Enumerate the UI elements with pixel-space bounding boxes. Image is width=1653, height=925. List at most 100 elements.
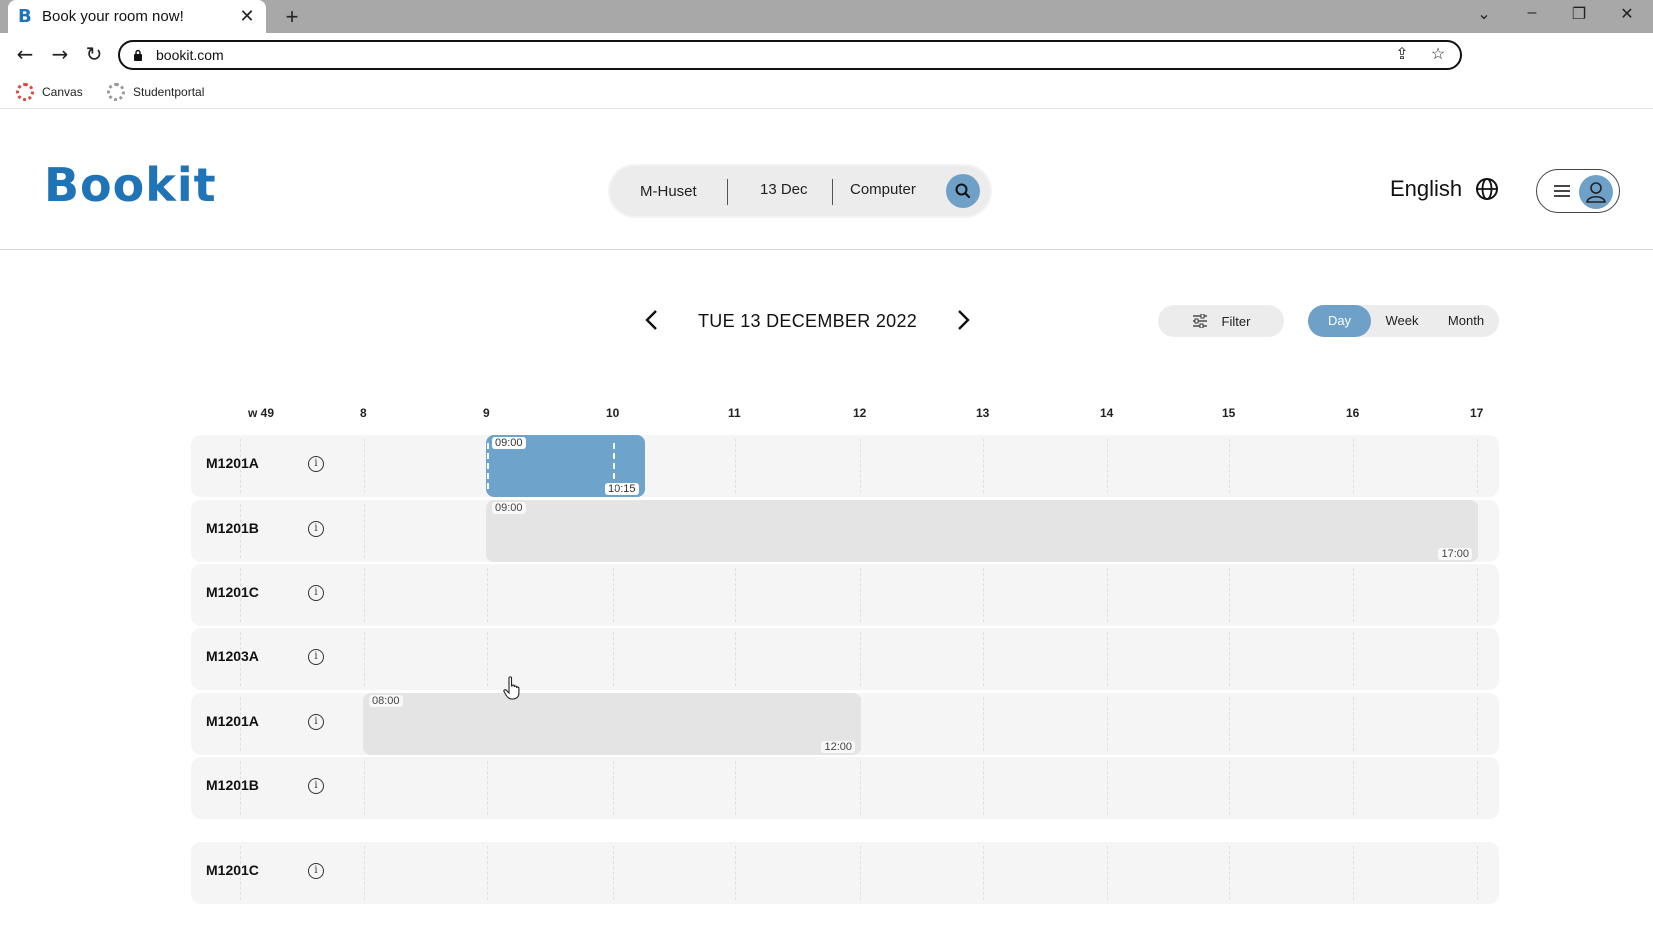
booking-start-time: 08:00 bbox=[369, 695, 403, 707]
room-row[interactable]: M1203A i bbox=[191, 628, 1499, 690]
view-week-button[interactable]: Week bbox=[1371, 305, 1433, 337]
room-row[interactable]: M1201B i bbox=[191, 757, 1499, 819]
bookit-favicon-icon: B bbox=[18, 5, 32, 27]
room-row[interactable]: M1201C i bbox=[191, 564, 1499, 626]
back-arrow-icon[interactable]: ← bbox=[13, 42, 37, 66]
location-field[interactable]: M-Huset bbox=[640, 183, 697, 200]
room-row[interactable]: M1201A i 09:00 10:15 bbox=[191, 435, 1499, 497]
avatar bbox=[1579, 175, 1613, 209]
hour-label-10: 10 bbox=[606, 406, 620, 420]
user-menu-button[interactable] bbox=[1536, 169, 1620, 213]
bookit-logo[interactable]: Bookit bbox=[44, 158, 217, 212]
share-icon[interactable]: ⇪ bbox=[1392, 45, 1412, 65]
next-day-chevron-icon[interactable] bbox=[953, 308, 973, 332]
info-icon[interactable]: i bbox=[308, 521, 324, 537]
room-name[interactable]: M1201B bbox=[206, 520, 259, 536]
close-window-button[interactable]: ✕ bbox=[1615, 4, 1639, 24]
view-day-button[interactable]: Day bbox=[1308, 305, 1371, 337]
hour-gridline bbox=[983, 697, 984, 751]
room-name[interactable]: M1201A bbox=[206, 713, 259, 729]
hour-gridline bbox=[1229, 846, 1230, 900]
info-icon[interactable]: i bbox=[308, 649, 324, 665]
booking-end-time: 17:00 bbox=[1438, 548, 1472, 560]
hour-gridline bbox=[1107, 439, 1108, 493]
booking-block[interactable]: 08:00 12:00 bbox=[363, 693, 861, 755]
selection-handle[interactable] bbox=[613, 443, 615, 489]
hand-cursor-icon bbox=[503, 676, 520, 700]
room-name[interactable]: M1201A bbox=[206, 455, 259, 471]
hour-gridline bbox=[613, 568, 614, 622]
hour-gridline bbox=[983, 846, 984, 900]
hour-gridline bbox=[1229, 697, 1230, 751]
booking-end-time: 12:00 bbox=[821, 741, 855, 753]
hour-gridline bbox=[735, 568, 736, 622]
hour-gridline bbox=[364, 568, 365, 622]
forward-arrow-icon[interactable]: → bbox=[48, 42, 72, 66]
hour-gridline bbox=[860, 846, 861, 900]
lock-icon bbox=[134, 49, 142, 61]
reload-icon[interactable]: ↻ bbox=[82, 42, 106, 66]
restore-window-button[interactable]: ❐ bbox=[1567, 4, 1591, 24]
hour-gridline bbox=[1477, 846, 1478, 900]
room-row[interactable]: M1201C i bbox=[191, 842, 1499, 904]
globe-icon[interactable] bbox=[1475, 177, 1499, 201]
bookmark-studentportal[interactable]: Studentportal bbox=[107, 83, 204, 101]
booking-block[interactable]: 09:00 17:00 bbox=[486, 500, 1478, 562]
hour-label-9: 9 bbox=[483, 406, 490, 420]
previous-day-chevron-icon[interactable] bbox=[642, 308, 662, 332]
room-name[interactable]: M1201C bbox=[206, 862, 259, 878]
address-bar[interactable]: bookit.com ⇪ ☆ bbox=[118, 40, 1462, 70]
hour-gridline bbox=[1477, 568, 1478, 622]
selection-handle[interactable] bbox=[487, 443, 489, 489]
search-button[interactable] bbox=[946, 174, 980, 208]
room-type-field[interactable]: Computer bbox=[850, 181, 916, 198]
hour-label-8: 8 bbox=[360, 406, 367, 420]
hour-gridline bbox=[487, 632, 488, 686]
hour-gridline bbox=[1477, 632, 1478, 686]
filter-label: Filter bbox=[1221, 313, 1251, 329]
view-month-button[interactable]: Month bbox=[1433, 305, 1499, 337]
info-icon[interactable]: i bbox=[308, 585, 324, 601]
hour-label-14: 14 bbox=[1100, 406, 1114, 420]
info-icon[interactable]: i bbox=[308, 456, 324, 472]
hour-gridline bbox=[364, 846, 365, 900]
bookmark-canvas[interactable]: Canvas bbox=[16, 83, 83, 101]
room-name[interactable]: M1201B bbox=[206, 777, 259, 793]
info-icon[interactable]: i bbox=[308, 863, 324, 879]
hour-label-12: 12 bbox=[853, 406, 867, 420]
booking-start-time: 09:00 bbox=[492, 502, 526, 514]
minimize-window-button[interactable]: – bbox=[1520, 4, 1544, 22]
hour-gridline bbox=[1353, 439, 1354, 493]
hour-gridline bbox=[364, 761, 365, 815]
info-icon[interactable]: i bbox=[308, 778, 324, 794]
hour-gridline bbox=[735, 439, 736, 493]
booking-block[interactable]: 09:00 10:15 bbox=[486, 435, 645, 497]
date-field[interactable]: 13 Dec bbox=[760, 181, 808, 198]
browser-tab[interactable]: B Book your room now! ✕ bbox=[8, 0, 266, 33]
sliders-icon bbox=[1192, 314, 1207, 328]
room-row[interactable]: M1201A i 08:00 12:00 bbox=[191, 693, 1499, 755]
info-icon[interactable]: i bbox=[308, 714, 324, 730]
bookmark-star-icon[interactable]: ☆ bbox=[1428, 45, 1448, 65]
room-name[interactable]: M1201C bbox=[206, 584, 259, 600]
browser-toolbar: ← → ↻ bookit.com ⇪ ☆ bbox=[0, 33, 1653, 77]
browser-tabstrip: B Book your room now! ✕ + ⌄ – ❐ ✕ bbox=[0, 0, 1653, 33]
language-selector[interactable]: English bbox=[1390, 176, 1462, 202]
hour-label-16: 16 bbox=[1346, 406, 1360, 420]
week-number-label: w 49 bbox=[248, 406, 275, 420]
room-name[interactable]: M1203A bbox=[206, 648, 259, 664]
hamburger-icon bbox=[1554, 185, 1570, 197]
room-row[interactable]: M1201B i 09:00 17:00 bbox=[191, 500, 1499, 562]
hour-gridline bbox=[983, 439, 984, 493]
filter-button[interactable]: Filter bbox=[1158, 305, 1284, 337]
tab-search-chevron-icon[interactable]: ⌄ bbox=[1472, 4, 1496, 24]
hour-gridline bbox=[735, 632, 736, 686]
search-bar: M-Huset 13 Dec Computer bbox=[610, 166, 990, 216]
close-tab-icon[interactable]: ✕ bbox=[238, 6, 256, 27]
hour-label-17: 17 bbox=[1470, 406, 1484, 420]
hour-gridline bbox=[860, 632, 861, 686]
bookmark-label: Studentportal bbox=[133, 85, 205, 99]
hour-gridline bbox=[1229, 761, 1230, 815]
new-tab-button[interactable]: + bbox=[280, 4, 304, 30]
hour-gridline bbox=[983, 761, 984, 815]
